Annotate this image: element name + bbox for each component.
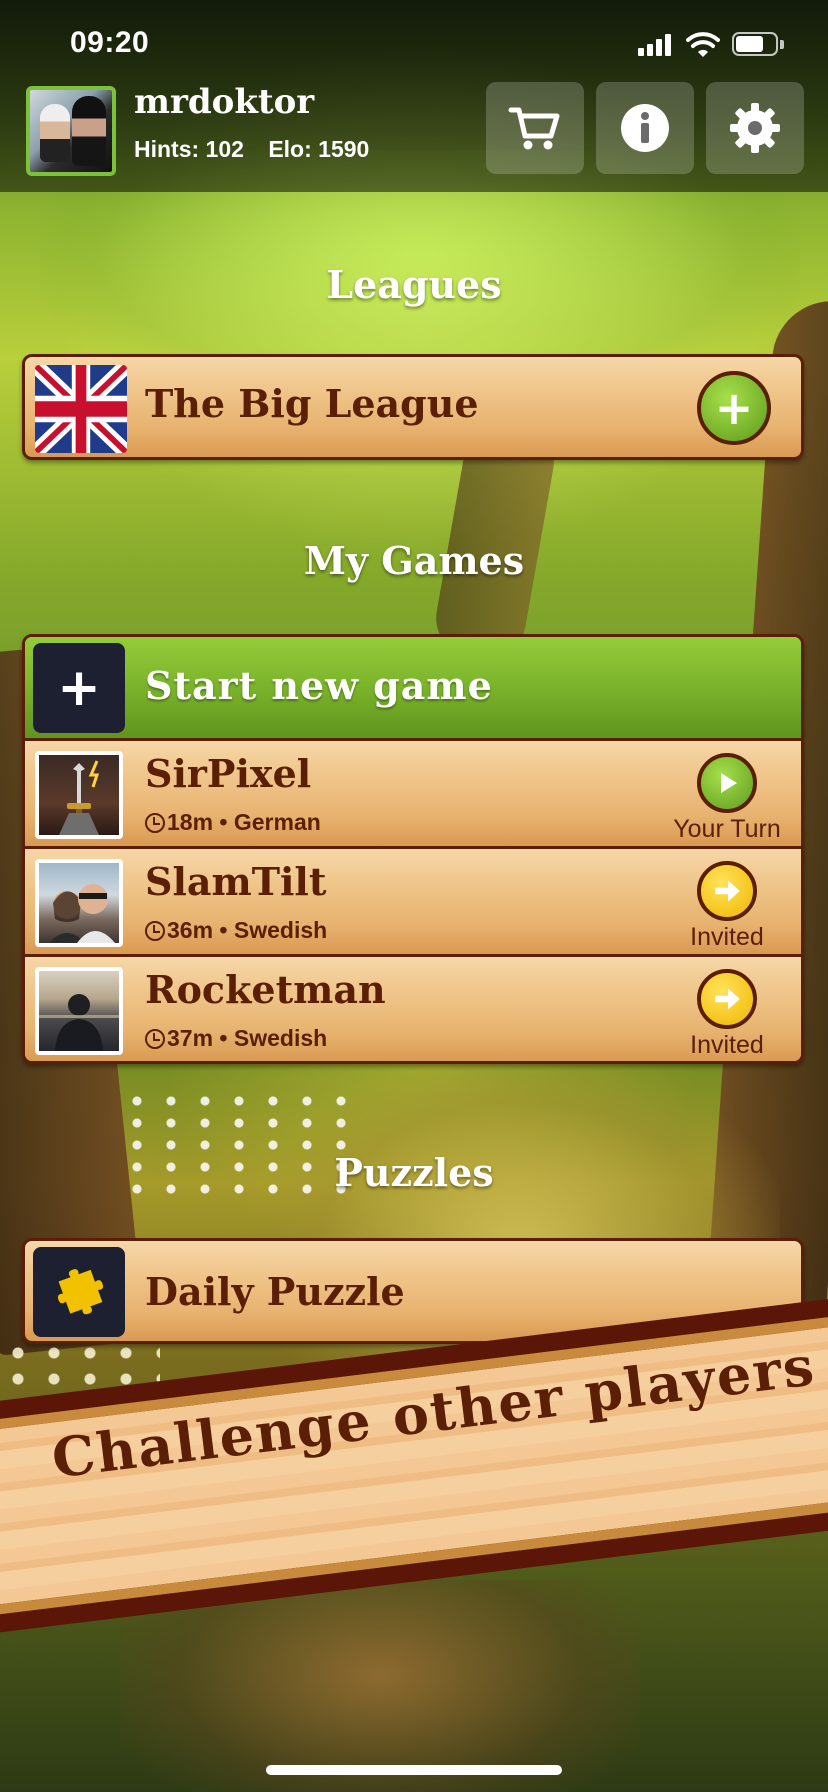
game-meta: 36m • Swedish [145, 917, 327, 944]
opponent-avatar [35, 859, 123, 947]
game-status: Invited [690, 923, 764, 951]
play-icon[interactable] [697, 753, 757, 813]
shop-button[interactable] [486, 82, 584, 174]
hints-count: Hints: 102 [134, 136, 244, 162]
game-status: Invited [690, 1031, 764, 1059]
status-bar: 09:20 [0, 0, 828, 78]
clock-icon [145, 921, 165, 941]
start-new-game-label: Start new game [145, 663, 493, 708]
game-meta: 37m • Swedish [145, 1025, 327, 1052]
username: mrdoktor [134, 82, 315, 122]
opponent-name: Rocketman [145, 967, 386, 1012]
status-time: 09:20 [70, 26, 150, 59]
wifi-icon [686, 32, 720, 57]
puzzle-name: Daily Puzzle [145, 1269, 405, 1314]
info-icon [621, 104, 669, 152]
uk-flag-icon [35, 365, 127, 453]
plus-icon: + [33, 643, 125, 733]
puzzles-heading: Puzzles [334, 1150, 494, 1195]
opponent-name: SlamTilt [145, 859, 327, 904]
arrow-right-icon[interactable] [697, 861, 757, 921]
game-meta: 18m • German [145, 809, 321, 836]
gear-icon [730, 103, 780, 153]
opponent-name: SirPixel [145, 751, 312, 796]
battery-icon [732, 32, 784, 56]
league-name: The Big League [145, 381, 479, 426]
my-games-heading: My Games [303, 538, 525, 583]
game-row-slamtilt[interactable]: SlamTilt 36m • Swedish Invited [25, 849, 801, 957]
elo-rating: Elo: 1590 [268, 136, 370, 162]
start-new-game-button[interactable]: + Start new game [25, 637, 801, 741]
cellular-signal-icon [638, 34, 674, 56]
profile-header: mrdoktor Hints: 102 Elo: 1590 [0, 78, 828, 192]
info-button[interactable] [596, 82, 694, 174]
clock-icon [145, 813, 165, 833]
home-indicator[interactable] [266, 1765, 562, 1775]
game-row-sirpixel[interactable]: SirPixel 18m • German Your Turn [25, 741, 801, 849]
clock-icon [145, 1029, 165, 1049]
settings-button[interactable] [706, 82, 804, 174]
game-status: Your Turn [673, 815, 781, 843]
opponent-avatar [35, 967, 123, 1055]
plus-icon: + [714, 381, 754, 435]
puzzle-piece-icon [33, 1247, 125, 1337]
leagues-heading: Leagues [326, 262, 502, 307]
opponent-avatar [35, 751, 123, 839]
game-row-rocketman[interactable]: Rocketman 37m • Swedish Invited [25, 957, 801, 1061]
avatar[interactable] [26, 86, 116, 176]
games-list: + Start new game SirPixel 18m • German Y… [22, 634, 804, 1064]
arrow-right-icon[interactable] [697, 969, 757, 1029]
join-league-button[interactable]: + [697, 371, 771, 445]
league-item-the-big-league[interactable]: The Big League + [22, 354, 804, 460]
cart-icon [508, 107, 560, 150]
player-stats: Hints: 102 Elo: 1590 [134, 136, 387, 163]
